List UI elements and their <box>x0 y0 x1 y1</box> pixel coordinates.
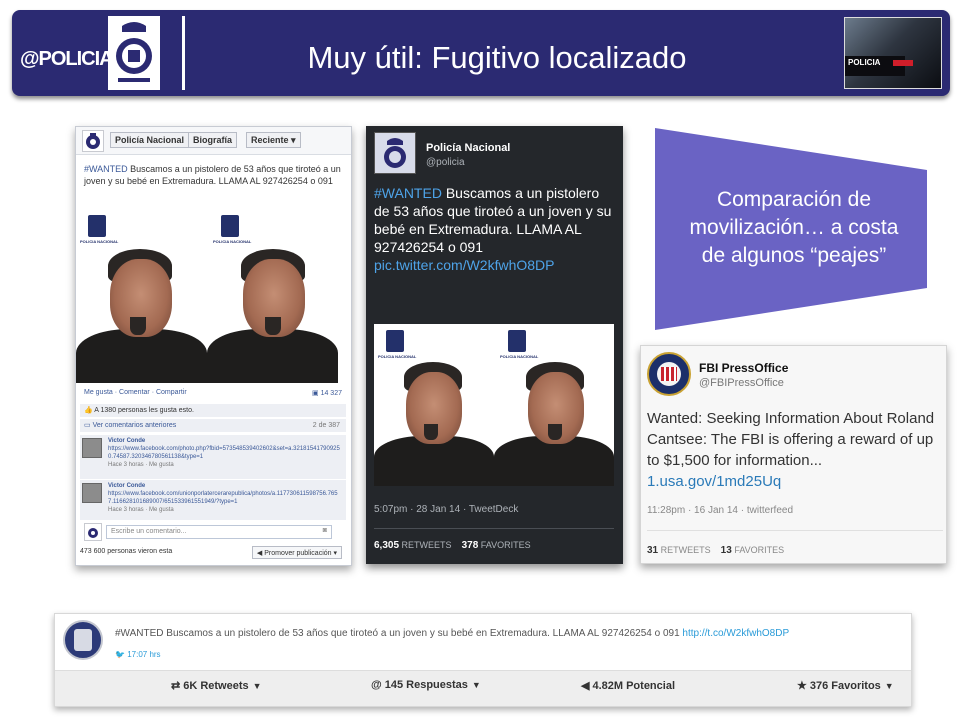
fb-recent-button[interactable]: Reciente ▾ <box>246 132 301 148</box>
favorite-count[interactable]: 13 <box>721 545 732 556</box>
fb-action-links: Me gusta · Comentar · Compartir ▣ 14 327 <box>84 389 342 397</box>
fb-post-text: #WANTED Buscamos a un pistolero de 53 añ… <box>84 164 341 186</box>
mugshot-profile: POLICIA NACIONAL <box>76 209 207 383</box>
chevron-down-icon: ▼ <box>471 680 481 690</box>
fbi-seal-icon[interactable] <box>647 352 691 396</box>
comment-meta: Hace 3 horas · Me gusta <box>108 507 174 513</box>
slide-header: @POLICIA Muy útil: Fugitivo localizado P… <box>12 10 950 96</box>
thumbs-up-icon: 👍 <box>84 407 93 414</box>
mugshot-front: POLICIA NACIONAL <box>494 324 614 486</box>
fb-views-count: 473 600 personas vieron esta <box>80 548 173 555</box>
fb-comment-item: Victor Conde https://www.facebook.com/ph… <box>80 435 346 479</box>
retweets-stat[interactable]: ⇄ 6K Retweets ▼ <box>171 679 262 692</box>
chevron-down-icon: ▾ <box>333 550 337 557</box>
comment-avatar[interactable] <box>82 438 102 458</box>
tweet-author-handle[interactable]: @policia <box>426 157 465 168</box>
fb-comment-input[interactable]: Escribe un comentario... ◙ <box>106 525 332 539</box>
comment-text[interactable]: https://www.facebook.com/photo.php?fbid=… <box>108 445 340 461</box>
replies-stat[interactable]: @145 Respuestas ▼ <box>371 679 481 691</box>
police-officer-photo: POLICIA <box>844 17 942 89</box>
header-divider <box>182 16 185 90</box>
megaphone-icon: ◀ <box>256 550 263 557</box>
fb-page-avatar[interactable] <box>82 130 104 152</box>
fb-like-comment-share[interactable]: Me gusta · Comentar · Compartir <box>84 389 187 396</box>
tweet-link[interactable]: 1.usa.gov/1md25Uq <box>647 473 781 490</box>
facebook-post-panel: Policía Nacional Biografía Reciente ▾ #W… <box>75 126 352 566</box>
camera-icon[interactable]: ◙ <box>323 527 327 534</box>
retweet-count[interactable]: 31 <box>647 545 658 556</box>
fb-commenter-avatar <box>84 523 102 541</box>
fb-hashtag[interactable]: #WANTED <box>84 164 128 174</box>
slide-title: Muy útil: Fugitivo localizado <box>307 40 687 75</box>
tweet-link[interactable]: http://t.co/W2kfwhO8DP <box>682 628 789 639</box>
fb-mugshot-photos[interactable]: POLICIA NACIONAL POLICIA NACIONAL <box>76 209 338 383</box>
share-icon: ▣ <box>312 390 319 397</box>
comment-meta: Hace 3 horas · Me gusta <box>108 462 174 468</box>
fb-likes-row[interactable]: 👍 A 1380 personas les gusta esto. <box>80 404 346 417</box>
tweet-stats: 6,305 RETWEETS 378 FAVORITES <box>374 540 531 551</box>
comment-text[interactable]: https://www.facebook.com/unionporlaterce… <box>108 490 340 506</box>
mugshot-front: POLICIA NACIONAL <box>207 209 338 383</box>
callout-text: Comparación de movilización… a costa de … <box>689 188 899 267</box>
tweet-hashtag[interactable]: #WANTED <box>374 185 442 201</box>
chevron-down-icon: ▼ <box>884 681 894 691</box>
twitter-bird-icon: 🐦 <box>115 650 125 659</box>
fb-bio-button[interactable]: Biografía <box>188 132 238 148</box>
retweet-icon: ⇄ <box>171 680 181 692</box>
comment-icon: ▭ <box>84 422 91 429</box>
tweet-author-name[interactable]: Policía Nacional <box>426 142 510 154</box>
divider <box>647 530 943 531</box>
fb-page-button[interactable]: Policía Nacional <box>110 132 190 148</box>
chevron-down-icon: ▾ <box>291 135 296 145</box>
tweet-hashtag[interactable]: #WANTED <box>115 628 164 639</box>
tweet-stats: 31 RETWEETS 13 FAVORITES <box>647 545 785 556</box>
mugshot-profile: POLICIA NACIONAL <box>374 324 494 486</box>
policia-avatar[interactable] <box>374 132 416 174</box>
fb-promote-button[interactable]: ◀ Promover publicación ▾ <box>251 546 342 559</box>
potential-stat[interactable]: ◀ 4.82M Potencial <box>581 679 675 692</box>
tweet-media-link[interactable]: pic.twitter.com/W2kfwhO8DP <box>374 257 555 273</box>
fbi-tweet-panel: FBI PressOffice @FBIPressOffice Wanted: … <box>640 345 947 564</box>
tweet-author-name[interactable]: FBI PressOffice <box>699 361 788 375</box>
twitter-dark-panel: Policía Nacional @policia #WANTED Buscam… <box>366 126 623 564</box>
at-icon: @ <box>371 679 382 691</box>
megaphone-icon: ◀ <box>581 680 590 692</box>
comment-author[interactable]: Victor Conde <box>108 437 340 445</box>
tweet-time[interactable]: 🐦 17:07 hrs <box>115 650 161 659</box>
tweet-text: #WANTED Buscamos a un pistolero de 53 añ… <box>115 628 790 639</box>
comment-author[interactable]: Victor Conde <box>108 482 340 490</box>
fb-comment-item: Victor Conde https://www.facebook.com/un… <box>80 480 346 520</box>
policia-logo: @POLICIA <box>20 48 114 70</box>
vest-label: POLICIA <box>848 58 881 67</box>
star-icon: ★ <box>797 680 807 692</box>
tweet-author-handle[interactable]: @FBIPressOffice <box>699 377 784 389</box>
tweet-text: #WANTED Buscamos a un pistolero de 53 añ… <box>374 185 612 273</box>
fb-share-count[interactable]: ▣ 14 327 <box>312 389 342 397</box>
fb-post-footer: 473 600 personas vieron esta ◀ Promover … <box>80 545 346 561</box>
tweet-timestamp[interactable]: 5:07pm · 28 Jan 14 · TweetDeck <box>374 504 518 515</box>
policia-avatar[interactable] <box>63 620 103 660</box>
fb-page-toolbar: Policía Nacional Biografía Reciente ▾ <box>76 127 351 155</box>
comment-avatar[interactable] <box>82 483 102 503</box>
fb-comment-counter: 2 de 387 <box>312 422 340 429</box>
retweet-count[interactable]: 6,305 <box>374 540 399 551</box>
divider <box>374 528 614 529</box>
favorites-stat[interactable]: ★ 376 Favoritos ▼ <box>797 679 894 692</box>
police-crest-icon <box>108 16 160 90</box>
bottom-tweet-card: #WANTED Buscamos a un pistolero de 53 añ… <box>54 613 912 707</box>
tweet-timestamp[interactable]: 11:28pm · 16 Jan 14 · twitterfeed <box>647 505 793 516</box>
fb-prev-comments-row[interactable]: ▭ Ver comentarios anteriores 2 de 387 <box>80 419 346 432</box>
chevron-down-icon: ▼ <box>252 681 262 691</box>
favorite-count[interactable]: 378 <box>462 540 479 551</box>
tweet-mugshot-photos[interactable]: POLICIA NACIONAL POLICIA NACIONAL <box>374 324 614 486</box>
tweet-text: Wanted: Seeking Information About Roland… <box>647 410 935 490</box>
